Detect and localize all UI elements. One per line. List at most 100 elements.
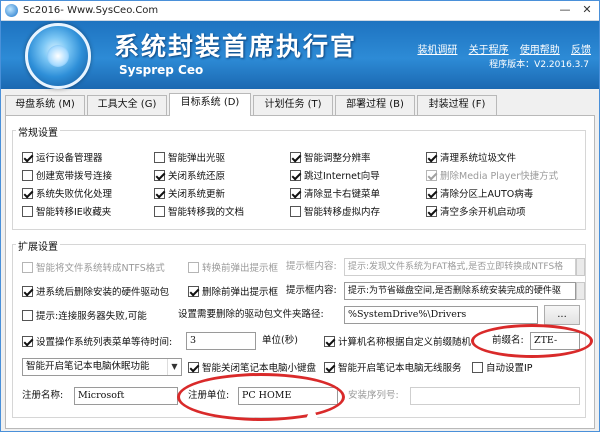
convert-prompt-input[interactable]: 提示:发现文件系统为FAT格式,是否立即转换成NTFS格 [344, 258, 576, 276]
checkbox-label: 智能将文件系统转成NTFS格式 [36, 263, 165, 274]
checkbox-label: 设置操作系统列表菜单等待时间: [36, 337, 173, 348]
move-documents-checkbox[interactable]: 智能转移我的文档 [154, 204, 244, 218]
close-button[interactable]: ✕ [579, 3, 595, 17]
checkbox-label: 清除显卡右键菜单 [304, 189, 381, 200]
checkbox-label: 创建宽带拨号连接 [36, 171, 113, 182]
clear-autorun-virus-checkbox[interactable]: 清除分区上AUTO病毒 [426, 186, 533, 200]
app-title: 系统封装首席执行官 [114, 32, 358, 61]
tab-package-process[interactable]: 封装过程 (F) [417, 95, 497, 115]
move-pagefile-checkbox[interactable]: 智能转移虚拟内存 [290, 204, 380, 218]
run-device-manager-checkbox[interactable]: 运行设备管理器 [22, 150, 103, 164]
checkbox-label: 关闭系统还原 [168, 171, 226, 182]
checkbox-label: 智能转移IE收藏夹 [36, 207, 112, 218]
checkbox-box [426, 151, 437, 163]
checkbox-box [324, 335, 335, 347]
minimize-button[interactable]: — [557, 3, 573, 17]
checkbox-label: 进系统后删除安装的硬件驱动包 [36, 287, 170, 298]
checkbox-box [22, 335, 33, 347]
tab-deploy-process[interactable]: 部署过程 (B) [335, 95, 415, 115]
delete-prompt-label: 提示框内容: [286, 285, 337, 296]
link-survey[interactable]: 装机调研 [417, 45, 457, 56]
version-label: 程序版本：V2.2016.3.7 [489, 60, 589, 70]
checkbox-box [154, 169, 165, 181]
driver-path-input[interactable]: %SystemDrive%\Drivers [344, 306, 538, 324]
enable-wireless-checkbox[interactable]: 智能开启笔记本电脑无线服务 [324, 360, 462, 374]
owner-input[interactable]: Microsoft [74, 387, 178, 405]
tab-target-system[interactable]: 目标系统 (D) [169, 93, 251, 116]
browse-button[interactable]: ... [544, 305, 580, 325]
checkbox-box [22, 187, 33, 199]
convert-prompt-scrollbar[interactable] [576, 258, 585, 276]
server-fail-prompt-checkbox[interactable]: 提示:连接服务器失败,可能 [22, 308, 147, 322]
checkbox-box [426, 205, 437, 217]
convert-ntfs-checkbox[interactable]: 智能将文件系统转成NTFS格式 [22, 260, 165, 274]
checkbox-label: 智能关闭笔记本电脑小键盘 [202, 363, 317, 374]
checkbox-box [188, 285, 199, 297]
disable-updates-checkbox[interactable]: 关闭系统更新 [154, 186, 225, 200]
link-help[interactable]: 使用帮助 [520, 45, 560, 56]
checkbox-box [22, 169, 33, 181]
disc-logo-icon [25, 23, 91, 89]
delete-driver-pack-checkbox[interactable]: 进系统后删除安装的硬件驱动包 [22, 284, 169, 298]
owner-label: 注册名称: [22, 390, 64, 401]
delete-media-player-shortcut-checkbox[interactable]: 删除Media Player快捷方式 [426, 168, 558, 182]
checkbox-label: 智能开启笔记本电脑无线服务 [338, 363, 462, 374]
checkbox-box [290, 151, 301, 163]
delete-prompt-scrollbar[interactable] [576, 282, 585, 300]
clear-startup-items-checkbox[interactable]: 清空多余开机启动项 [426, 204, 526, 218]
general-settings-title: 常规设置 [16, 124, 60, 139]
checkbox-box [426, 187, 437, 199]
link-about[interactable]: 关于程序 [469, 45, 509, 56]
link-feedback[interactable]: 反馈 [571, 45, 591, 56]
app-window: Sc2016- Www.SysCeo.Com — ✕ 系统封装首席执行官 Sys… [0, 0, 600, 432]
checkbox-label: 关闭系统更新 [168, 189, 226, 200]
adjust-resolution-checkbox[interactable]: 智能调整分辨率 [290, 150, 371, 164]
app-header: 系统封装首席执行官 Sysprep Ceo 装机调研 关于程序 使用帮助 反馈 … [1, 21, 599, 89]
checkbox-box [22, 309, 33, 321]
serial-input[interactable] [410, 387, 580, 405]
move-ie-favorites-checkbox[interactable]: 智能转移IE收藏夹 [22, 204, 111, 218]
convert-prompt-label: 提示框内容: [286, 261, 337, 272]
eject-cdrom-checkbox[interactable]: 智能弹出光驱 [154, 150, 225, 164]
checkbox-label: 清除分区上AUTO病毒 [440, 189, 534, 200]
app-subtitle: Sysprep Ceo [119, 63, 204, 77]
checkbox-box [290, 187, 301, 199]
disable-restore-checkbox[interactable]: 关闭系统还原 [154, 168, 225, 182]
checkbox-box [22, 205, 33, 217]
sleep-mode-select[interactable]: 智能开启笔记本电脑休眠功能 ▼ [22, 358, 182, 376]
app-icon [5, 4, 18, 17]
checkbox-label: 智能转移我的文档 [168, 207, 245, 218]
checkbox-label: 跳过Internet向导 [304, 171, 380, 182]
checkbox-label: 智能调整分辨率 [304, 153, 371, 164]
tab-content: 常规设置 运行设备管理器 智能弹出光驱 智能调整分辨率 清理系统垃圾文件 创建宽… [5, 115, 595, 429]
checkbox-label: 删除Media Player快捷方式 [440, 171, 559, 182]
failure-optimize-checkbox[interactable]: 系统失败优化处理 [22, 186, 112, 200]
skip-internet-wizard-checkbox[interactable]: 跳过Internet向导 [290, 168, 380, 182]
tab-scheduled-tasks[interactable]: 计划任务 (T) [253, 95, 333, 115]
checkbox-box [290, 205, 301, 217]
tab-master-system[interactable]: 母盘系统 (M) [5, 95, 85, 115]
convert-prompt-checkbox[interactable]: 转换前弹出提示框 [188, 260, 278, 274]
checkbox-label: 转换前弹出提示框 [202, 263, 279, 274]
checkbox-label: 清理系统垃圾文件 [440, 153, 517, 164]
create-dialup-checkbox[interactable]: 创建宽带拨号连接 [22, 168, 112, 182]
wait-unit-label: 单位(秒) [262, 335, 298, 346]
delete-prompt-checkbox[interactable]: 删除前弹出提示框 [188, 284, 278, 298]
checkbox-box [324, 361, 335, 373]
prefix-input[interactable]: ZTE- [530, 332, 580, 350]
checkbox-box [426, 169, 437, 181]
auto-ip-checkbox[interactable]: 自动设置IP [472, 360, 533, 374]
organization-input[interactable]: PC HOME [238, 387, 338, 405]
tab-tools[interactable]: 工具大全 (G) [87, 95, 167, 115]
clean-junk-checkbox[interactable]: 清理系统垃圾文件 [426, 150, 516, 164]
delete-prompt-input[interactable]: 提示:为节省磁盘空间,是否删除系统安装完成的硬件驱 [344, 282, 576, 300]
header-links: 装机调研 关于程序 使用帮助 反馈 [409, 41, 591, 56]
disable-numpad-checkbox[interactable]: 智能关闭笔记本电脑小键盘 [188, 360, 316, 374]
random-computer-name-checkbox[interactable]: 计算机名称根据自定义前缀随机 [324, 334, 471, 348]
menu-wait-time-checkbox[interactable]: 设置操作系统列表菜单等待时间: [22, 334, 172, 348]
checkbox-box [22, 151, 33, 163]
checkbox-label: 运行设备管理器 [36, 153, 103, 164]
clear-gpu-context-menu-checkbox[interactable]: 清除显卡右键菜单 [290, 186, 380, 200]
wait-time-input[interactable]: 3 [186, 332, 256, 350]
select-value: 智能开启笔记本电脑休眠功能 [26, 361, 150, 372]
